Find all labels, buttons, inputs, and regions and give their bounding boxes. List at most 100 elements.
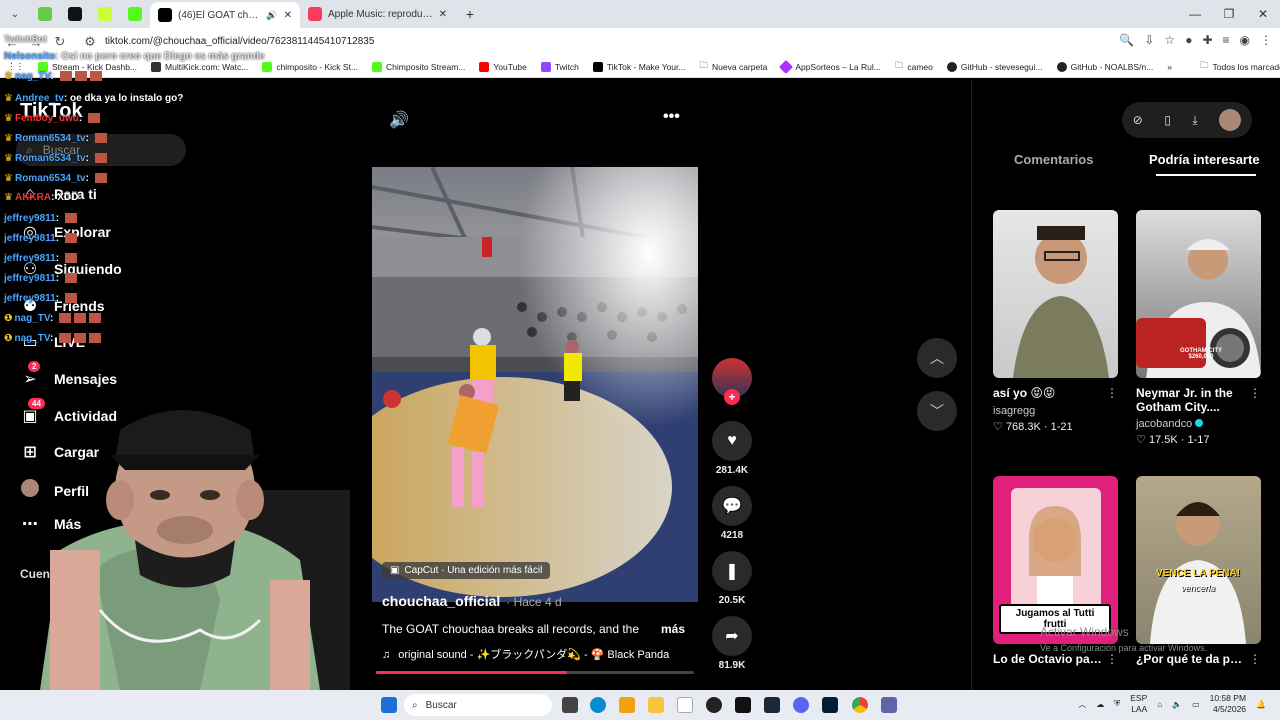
zoom-icon[interactable]: 🔍 (1119, 33, 1134, 47)
card-more-icon[interactable]: ⋮ (1106, 386, 1118, 400)
bookmark-item[interactable]: GitHub - NOALBS/n... (1050, 61, 1161, 72)
card-more-icon[interactable]: ⋮ (1106, 652, 1118, 666)
chat-message: oe dka ya lo instalo go? (69, 93, 184, 104)
obs-icon[interactable] (706, 697, 722, 713)
pinned-tab[interactable] (60, 2, 90, 26)
close-window-icon[interactable]: ✕ (1246, 0, 1280, 28)
phone-icon[interactable]: ▯ (1164, 113, 1171, 127)
taskbar-search-label: Buscar (425, 699, 457, 711)
clock[interactable]: 10:58 PM 4/5/2026 (1210, 693, 1246, 715)
maximize-icon[interactable]: ❐ (1212, 0, 1246, 28)
capcut-badge[interactable]: ▣ CapCut · Una edición más fácil (382, 562, 551, 579)
user-avatar[interactable] (1219, 109, 1242, 131)
epic-games-icon[interactable] (735, 697, 751, 713)
network-icon[interactable]: ⌂ (1157, 700, 1162, 709)
music-app-icon[interactable] (677, 697, 693, 713)
nav-item-mensajes[interactable]: ➢ 2 Mensajes (20, 361, 117, 389)
new-tab-button[interactable]: + (455, 2, 485, 26)
sound-link[interactable]: ♫ original sound - ✨ブラックパンダ💫 - 🍄 Black Pa… (382, 646, 669, 662)
clock-time: 10:58 PM (1209, 693, 1247, 703)
tab-comentarios[interactable]: Comentarios (1014, 152, 1093, 167)
comment-button[interactable]: 💬 4218 (712, 486, 752, 541)
bookmark-item[interactable]: chimposito - Kick St... (255, 61, 365, 72)
reload-icon[interactable]: ↻ (48, 34, 72, 50)
close-icon[interactable]: ✕ (439, 9, 447, 20)
pinned-tab[interactable] (90, 2, 120, 26)
bookmark-item[interactable]: Stream - Kick Dashb... (31, 61, 144, 72)
tab-tiktok[interactable]: (46)El GOAT chouchaa: Ron 🔊 ✕ (150, 2, 300, 28)
bookmark-item[interactable]: Twitch (534, 61, 586, 72)
emote-icon (59, 71, 72, 82)
download-icon[interactable]: ⤓ (1192, 113, 1197, 128)
capcut-icon: ▣ (390, 565, 400, 576)
prev-video-button[interactable]: ︿ (917, 338, 957, 378)
volume-icon[interactable]: 🔊 (389, 110, 409, 130)
menu-icon[interactable]: ⋮ (1260, 33, 1272, 47)
file-explorer-icon[interactable] (648, 697, 664, 713)
video-player[interactable]: ▣ CapCut · Una edición más fácil (372, 167, 698, 602)
video-author[interactable]: chouchaa_official · Hace 4 d (382, 593, 562, 609)
compass-icon[interactable]: ⊘ (1133, 113, 1143, 127)
copilot-icon[interactable] (619, 697, 635, 713)
bookmarks-overflow[interactable]: » (1160, 62, 1179, 72)
card-more-icon[interactable]: ⋮ (1249, 652, 1261, 666)
bookmark-item[interactable]: MultiKick.com: Watc... (144, 61, 255, 72)
all-bookmarks[interactable]: 🗀Todos los marcadores (1193, 60, 1280, 74)
save-button[interactable]: ❚ 20.5K (712, 551, 752, 606)
tab-list-button[interactable]: ⌄ (0, 2, 30, 26)
pinned-tab[interactable] (120, 2, 150, 26)
puzzle-icon[interactable]: ✚ (1202, 33, 1212, 47)
suggestion-card[interactable]: VENCE LA PENA! vencerla ¿Por qué te da p… (1136, 476, 1261, 666)
like-button[interactable]: ♥ 281.4K (712, 421, 752, 476)
steam-icon[interactable] (764, 697, 780, 713)
task-view-icon[interactable] (562, 697, 578, 713)
video-progress[interactable] (376, 671, 694, 674)
card-more-icon[interactable]: ⋮ (1249, 386, 1261, 400)
edge-icon[interactable] (590, 697, 606, 713)
site-info-icon[interactable]: ⚙ (78, 34, 102, 50)
tab-podria-interesarte[interactable]: Podría interesarte (1149, 152, 1260, 167)
bookmark-item[interactable]: Chimposito Stream... (365, 61, 472, 72)
bookmark-item[interactable]: 🗀 cameo (888, 60, 940, 74)
url-field[interactable]: tiktok.com/@chouchaa_official/video/7623… (105, 36, 374, 47)
pinned-tab[interactable] (30, 2, 60, 26)
discord-icon[interactable] (793, 697, 809, 713)
suggestion-card[interactable]: así yo 😝😝 ⋮ isagregg ♡ 768.3K · 1-21 (993, 210, 1118, 433)
video-description: The GOAT chouchaa breaks all records, an… (382, 622, 640, 636)
close-icon[interactable]: ✕ (284, 10, 292, 21)
media-icon[interactable]: ≡ (1223, 33, 1230, 47)
battery-icon[interactable]: ▭ (1192, 700, 1200, 709)
bookmark-item[interactable]: TikTok - Make Your... (586, 61, 693, 72)
bookmark-item[interactable]: AppSorteos – La Rul... (774, 59, 888, 74)
windows-start-icon[interactable] (381, 697, 397, 713)
bookmark-item[interactable]: GitHub - stevesegui... (940, 61, 1050, 72)
profile-icon[interactable]: ◉ (1240, 33, 1250, 47)
chat-message: Osi no pero creo que Diego es más grande (61, 51, 265, 62)
suggestion-card[interactable]: GOTHAM CITY $260,000 Neymar Jr. in the G… (1136, 210, 1261, 446)
more-link[interactable]: más (661, 622, 685, 636)
bookmark-item[interactable]: YouTube (472, 61, 533, 72)
chevron-up-icon[interactable]: ︿ (1078, 699, 1086, 710)
volume-icon[interactable]: 🔈 (1172, 700, 1182, 709)
extension-icon[interactable]: ● (1185, 33, 1192, 47)
security-icon[interactable]: ⛨ (1114, 699, 1120, 709)
follow-plus-icon[interactable]: + (724, 389, 740, 405)
kick-icon (128, 7, 142, 21)
install-icon[interactable]: ⇩ (1144, 33, 1154, 47)
star-icon[interactable]: ☆ (1164, 33, 1175, 47)
cloud-icon[interactable]: ☁ (1096, 700, 1104, 709)
bookmark-item[interactable]: 🗀 Nueva carpeta (693, 60, 775, 74)
notification-icon[interactable]: 🔔 (1256, 700, 1266, 709)
next-video-button[interactable]: ﹀ (917, 391, 957, 431)
windows-taskbar: ⌕ Buscar ︿ ☁ ⛨ ESP LAA ⌂ 🔈 ▭ 10:58 PM 4/5/2… (0, 690, 1280, 720)
more-options-icon[interactable]: ••• (663, 108, 680, 126)
taskbar-search[interactable]: ⌕ Buscar (404, 694, 552, 716)
language-indicator[interactable]: ESP LAA (1130, 693, 1147, 715)
photoshop-icon[interactable] (822, 697, 838, 713)
minimize-icon[interactable]: — (1178, 0, 1212, 28)
share-button[interactable]: ➦ 81.9K (712, 616, 752, 671)
teams-icon[interactable] (881, 697, 897, 713)
chrome-icon[interactable] (852, 697, 868, 713)
crown-icon: ❶ (4, 313, 13, 324)
tab-apple-music[interactable]: Apple Music: reproductor web ✕ (300, 2, 455, 26)
